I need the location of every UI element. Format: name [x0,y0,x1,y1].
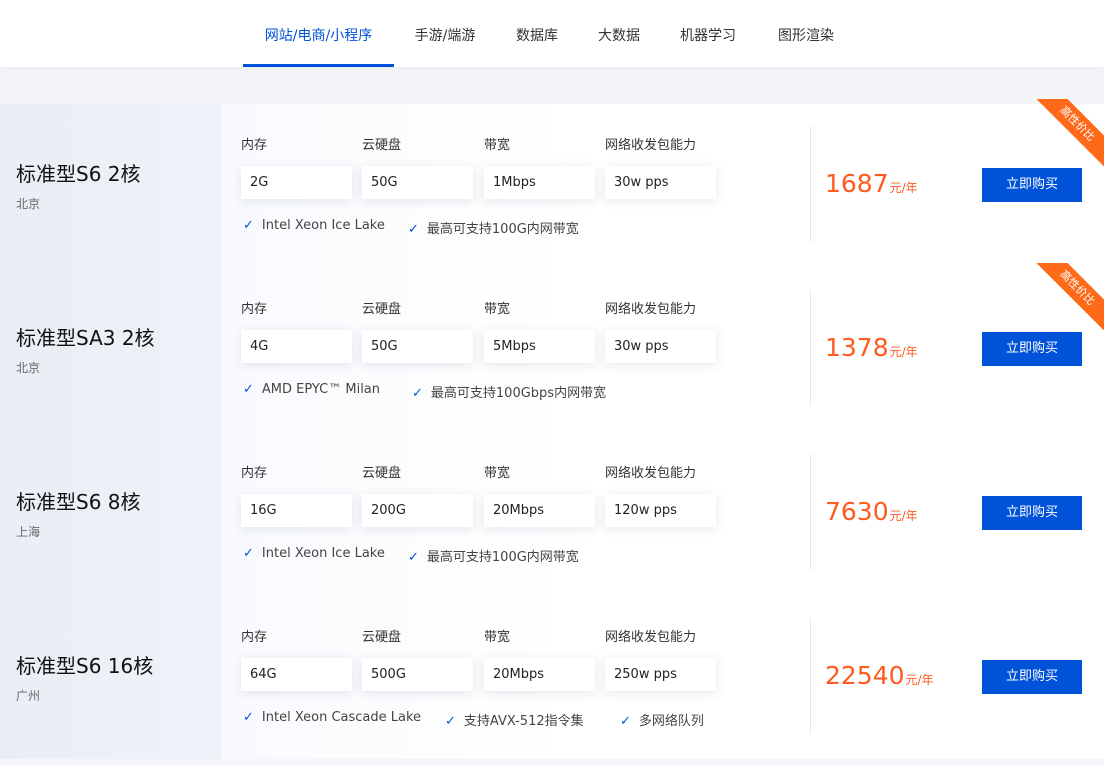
memory-label: 内存 [241,466,268,481]
product-region: 北京 [16,361,41,375]
disk-label: 云硬盘 [362,138,402,153]
tab-machine-learning[interactable]: 机器学习 [668,0,748,67]
buy-now-button[interactable]: 立即购买 [982,496,1082,530]
disk-label: 云硬盘 [362,302,402,317]
check-icon: ✓ [408,222,419,237]
price-unit: 元/年 [905,673,934,687]
price: 1687元/年 [825,169,918,198]
check-icon: ✓ [412,386,423,401]
memory-value: 2G [241,166,352,199]
product-region: 广州 [16,689,41,703]
value-ribbon: 高性价比 [1034,263,1104,333]
tab-big-data[interactable]: 大数据 [588,0,650,67]
product-region: 上海 [16,525,41,539]
bandwidth-value: 20Mbps [484,658,595,691]
product-row: 标准型S6 16核 广州 内存 云硬盘 带宽 网络收发包能力 64G 500G … [0,596,1104,759]
category-tabbar: 网站/电商/小程序 手游/端游 数据库 大数据 机器学习 图形渲染 [0,0,1104,67]
pps-value: 30w pps [605,330,716,363]
pps-label: 网络收发包能力 [605,138,697,153]
price-amount: 7630 [825,497,889,526]
feature-item: ✓ Intel Xeon Cascade Lake [243,710,422,725]
feature-item: ✓ Intel Xeon Ice Lake [243,546,385,561]
tab-database[interactable]: 数据库 [505,0,569,67]
feature-item: ✓ 最高可支持100G内网带宽 [408,222,579,237]
pps-label: 网络收发包能力 [605,466,697,481]
tab-games[interactable]: 手游/端游 [405,0,485,67]
feature-item: ✓ AMD EPYC™ Milan [243,382,381,397]
memory-value: 4G [241,330,352,363]
feature-item: ✓ 最高可支持100Gbps内网带宽 [412,386,607,401]
feature-item: ✓ 支持AVX-512指令集 [445,714,584,729]
product-name: 标准型S6 2核 [16,162,141,186]
divider [810,126,811,242]
price-unit: 元/年 [889,345,918,359]
bandwidth-label: 带宽 [484,138,511,153]
ribbon-label: 高性价比 [1034,99,1104,169]
bandwidth-label: 带宽 [484,302,511,317]
product-row: 标准型SA3 2核 北京 内存 云硬盘 带宽 网络收发包能力 4G 50G 5M… [0,263,1104,432]
check-icon: ✓ [620,714,631,729]
pps-value: 120w pps [605,494,716,527]
check-icon: ✓ [243,218,254,233]
ribbon-label: 高性价比 [1034,263,1104,333]
divider [810,454,811,570]
price-amount: 1378 [825,333,889,362]
memory-value: 64G [241,658,352,691]
pps-value: 250w pps [605,658,716,691]
memory-label: 内存 [241,630,268,645]
pps-value: 30w pps [605,166,716,199]
feature-item: ✓ 多网络队列 [620,714,704,729]
price-unit: 元/年 [889,509,918,523]
check-icon: ✓ [243,710,254,725]
product-row: 标准型S6 2核 北京 内存 云硬盘 带宽 网络收发包能力 2G 50G 1Mb… [0,99,1104,268]
product-row: 标准型S6 8核 上海 内存 云硬盘 带宽 网络收发包能力 16G 200G 2… [0,432,1104,596]
bandwidth-value: 20Mbps [484,494,595,527]
memory-value: 16G [241,494,352,527]
bandwidth-label: 带宽 [484,466,511,481]
feature-item: ✓ Intel Xeon Ice Lake [243,218,385,233]
product-name: 标准型SA3 2核 [16,326,155,350]
product-name: 标准型S6 16核 [16,654,154,678]
price: 1378元/年 [825,333,918,362]
pps-label: 网络收发包能力 [605,630,697,645]
pps-label: 网络收发包能力 [605,302,697,317]
tab-website-ecommerce[interactable]: 网站/电商/小程序 [243,0,394,67]
price-amount: 1687 [825,169,889,198]
value-ribbon: 高性价比 [1034,99,1104,169]
bandwidth-value: 5Mbps [484,330,595,363]
disk-label: 云硬盘 [362,466,402,481]
price-unit: 元/年 [889,181,918,195]
price: 7630元/年 [825,497,918,526]
product-name: 标准型S6 8核 [16,490,141,514]
buy-now-button[interactable]: 立即购买 [982,168,1082,202]
bandwidth-value: 1Mbps [484,166,595,199]
price-amount: 22540 [825,661,905,690]
buy-now-button[interactable]: 立即购买 [982,332,1082,366]
memory-label: 内存 [241,302,268,317]
disk-label: 云硬盘 [362,630,402,645]
check-icon: ✓ [445,714,456,729]
check-icon: ✓ [243,382,254,397]
memory-label: 内存 [241,138,268,153]
divider [810,618,811,734]
disk-value: 200G [362,494,473,527]
check-icon: ✓ [408,550,419,565]
divider [810,290,811,406]
disk-value: 500G [362,658,473,691]
check-icon: ✓ [243,546,254,561]
disk-value: 50G [362,330,473,363]
feature-item: ✓ 最高可支持100G内网带宽 [408,550,579,565]
tab-graphics-rendering[interactable]: 图形渲染 [766,0,846,67]
product-list: 标准型S6 2核 北京 内存 云硬盘 带宽 网络收发包能力 2G 50G 1Mb… [0,99,1104,759]
disk-value: 50G [362,166,473,199]
price: 22540元/年 [825,661,934,690]
bandwidth-label: 带宽 [484,630,511,645]
buy-now-button[interactable]: 立即购买 [982,660,1082,694]
product-region: 北京 [16,197,41,211]
